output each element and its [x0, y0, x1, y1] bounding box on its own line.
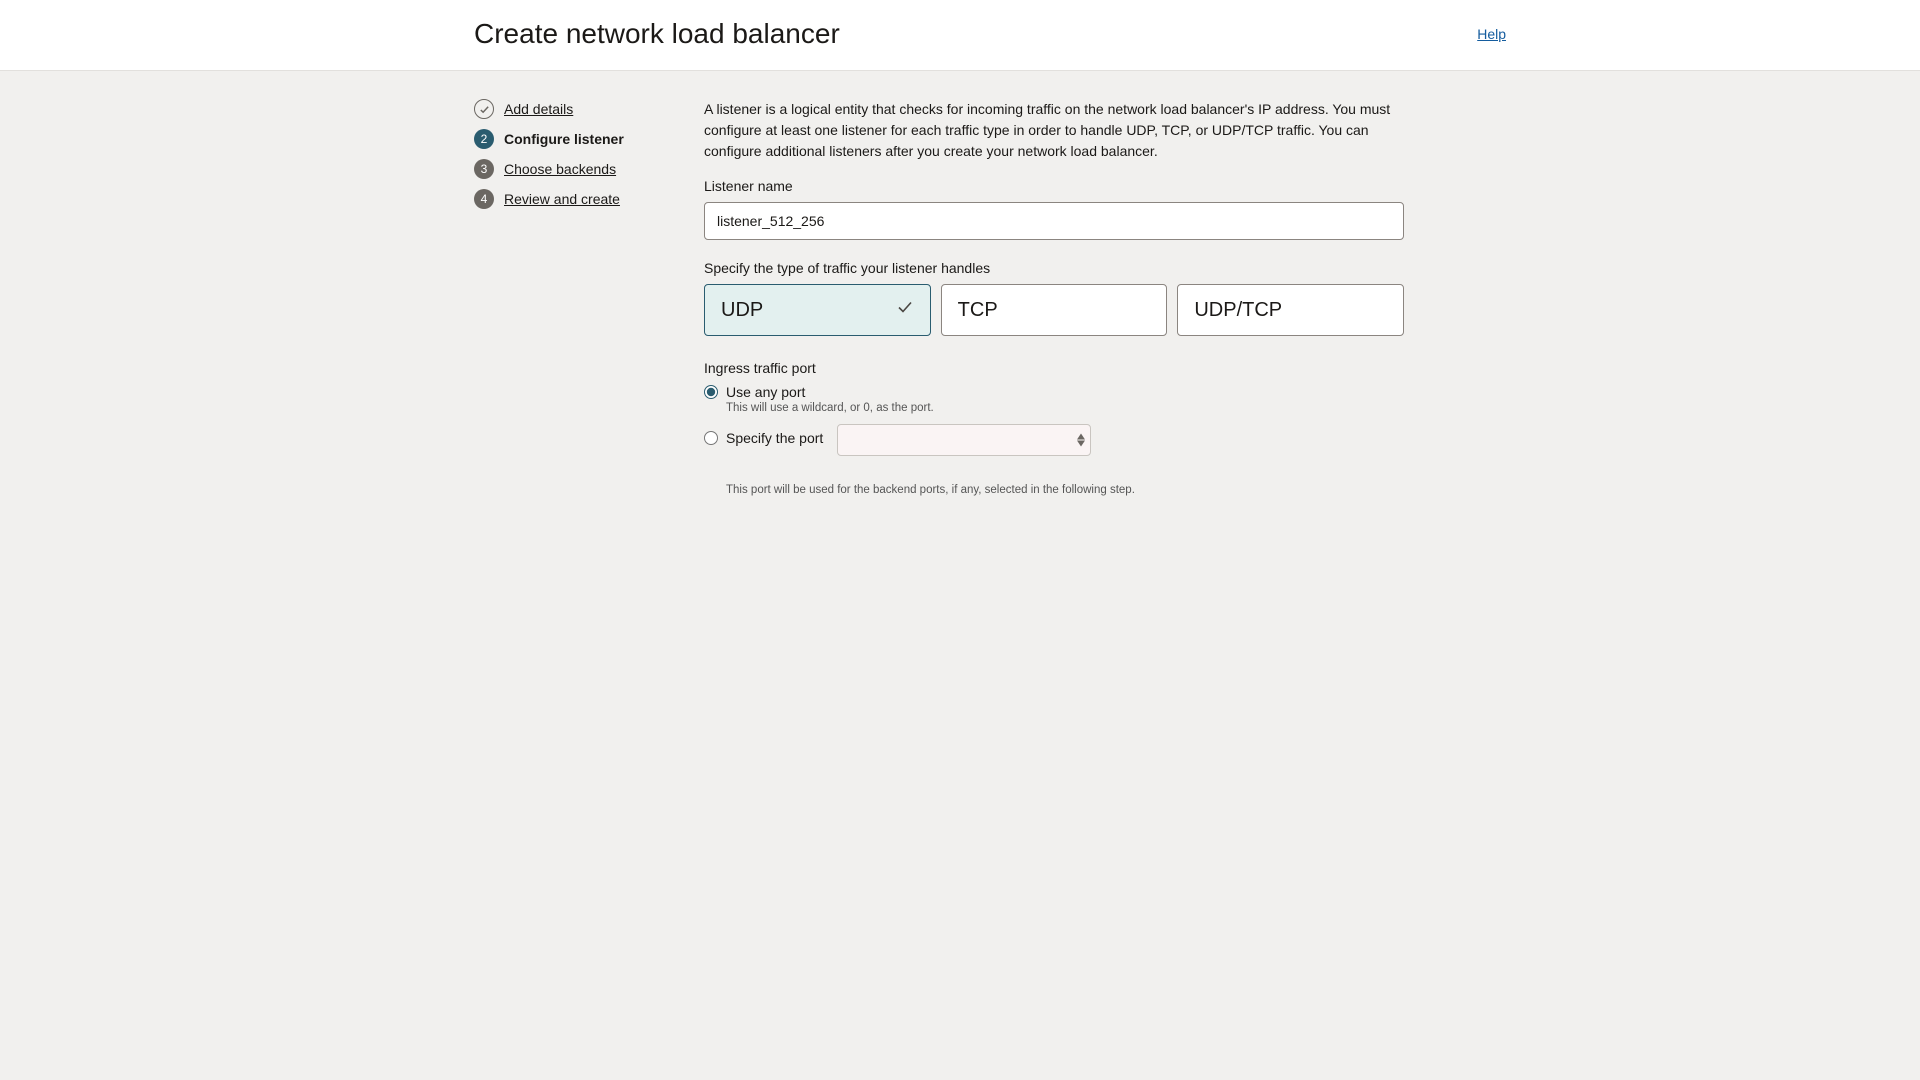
traffic-type-tiles: UDP TCP UDP/TCP	[704, 284, 1404, 336]
step-number-icon: 2	[474, 129, 494, 149]
step-review-create[interactable]: 4 Review and create	[474, 189, 680, 209]
step-label: Add details	[504, 101, 573, 117]
tile-label: UDP	[721, 299, 763, 322]
tile-label: TCP	[958, 299, 998, 322]
step-choose-backends[interactable]: 3 Choose backends	[474, 159, 680, 179]
port-number-input[interactable]	[837, 424, 1091, 456]
traffic-tile-tcp[interactable]: TCP	[941, 284, 1168, 336]
intro-text: A listener is a logical entity that chec…	[704, 99, 1404, 162]
step-number-icon: 4	[474, 189, 494, 209]
page-title: Create network load balancer	[474, 18, 840, 50]
listener-name-input[interactable]	[704, 202, 1404, 240]
step-label: Review and create	[504, 191, 620, 207]
radio-label: Specify the port	[726, 430, 823, 446]
use-any-help: This will use a wildcard, or 0, as the p…	[726, 402, 1404, 414]
radio-input-use-any[interactable]	[704, 385, 718, 399]
radio-input-specify[interactable]	[704, 431, 718, 445]
stepper-icon[interactable]	[1077, 434, 1085, 447]
step-configure-listener[interactable]: 2 Configure listener	[474, 129, 680, 149]
port-footer-help: This port will be used for the backend p…	[726, 484, 1404, 496]
radio-label: Use any port	[726, 384, 805, 400]
step-label: Configure listener	[504, 131, 624, 147]
traffic-tile-udptcp[interactable]: UDP/TCP	[1177, 284, 1404, 336]
chevron-up-icon	[1077, 434, 1085, 440]
help-link[interactable]: Help	[1477, 26, 1506, 42]
radio-use-any-port[interactable]: Use any port	[704, 384, 1404, 400]
main-form: A listener is a logical entity that chec…	[704, 99, 1404, 496]
check-icon	[474, 99, 494, 119]
tile-label: UDP/TCP	[1194, 299, 1282, 322]
step-add-details[interactable]: Add details	[474, 99, 680, 119]
ingress-port-label: Ingress traffic port	[704, 360, 1404, 376]
traffic-tile-udp[interactable]: UDP	[704, 284, 931, 336]
wizard-steps: Add details 2 Configure listener 3 Choos…	[474, 99, 680, 496]
chevron-down-icon	[1077, 441, 1085, 447]
radio-specify-port[interactable]: Specify the port	[704, 430, 823, 446]
traffic-type-label: Specify the type of traffic your listene…	[704, 260, 1404, 276]
step-label: Choose backends	[504, 161, 616, 177]
listener-name-label: Listener name	[704, 178, 1404, 194]
step-number-icon: 3	[474, 159, 494, 179]
check-icon	[896, 298, 914, 322]
